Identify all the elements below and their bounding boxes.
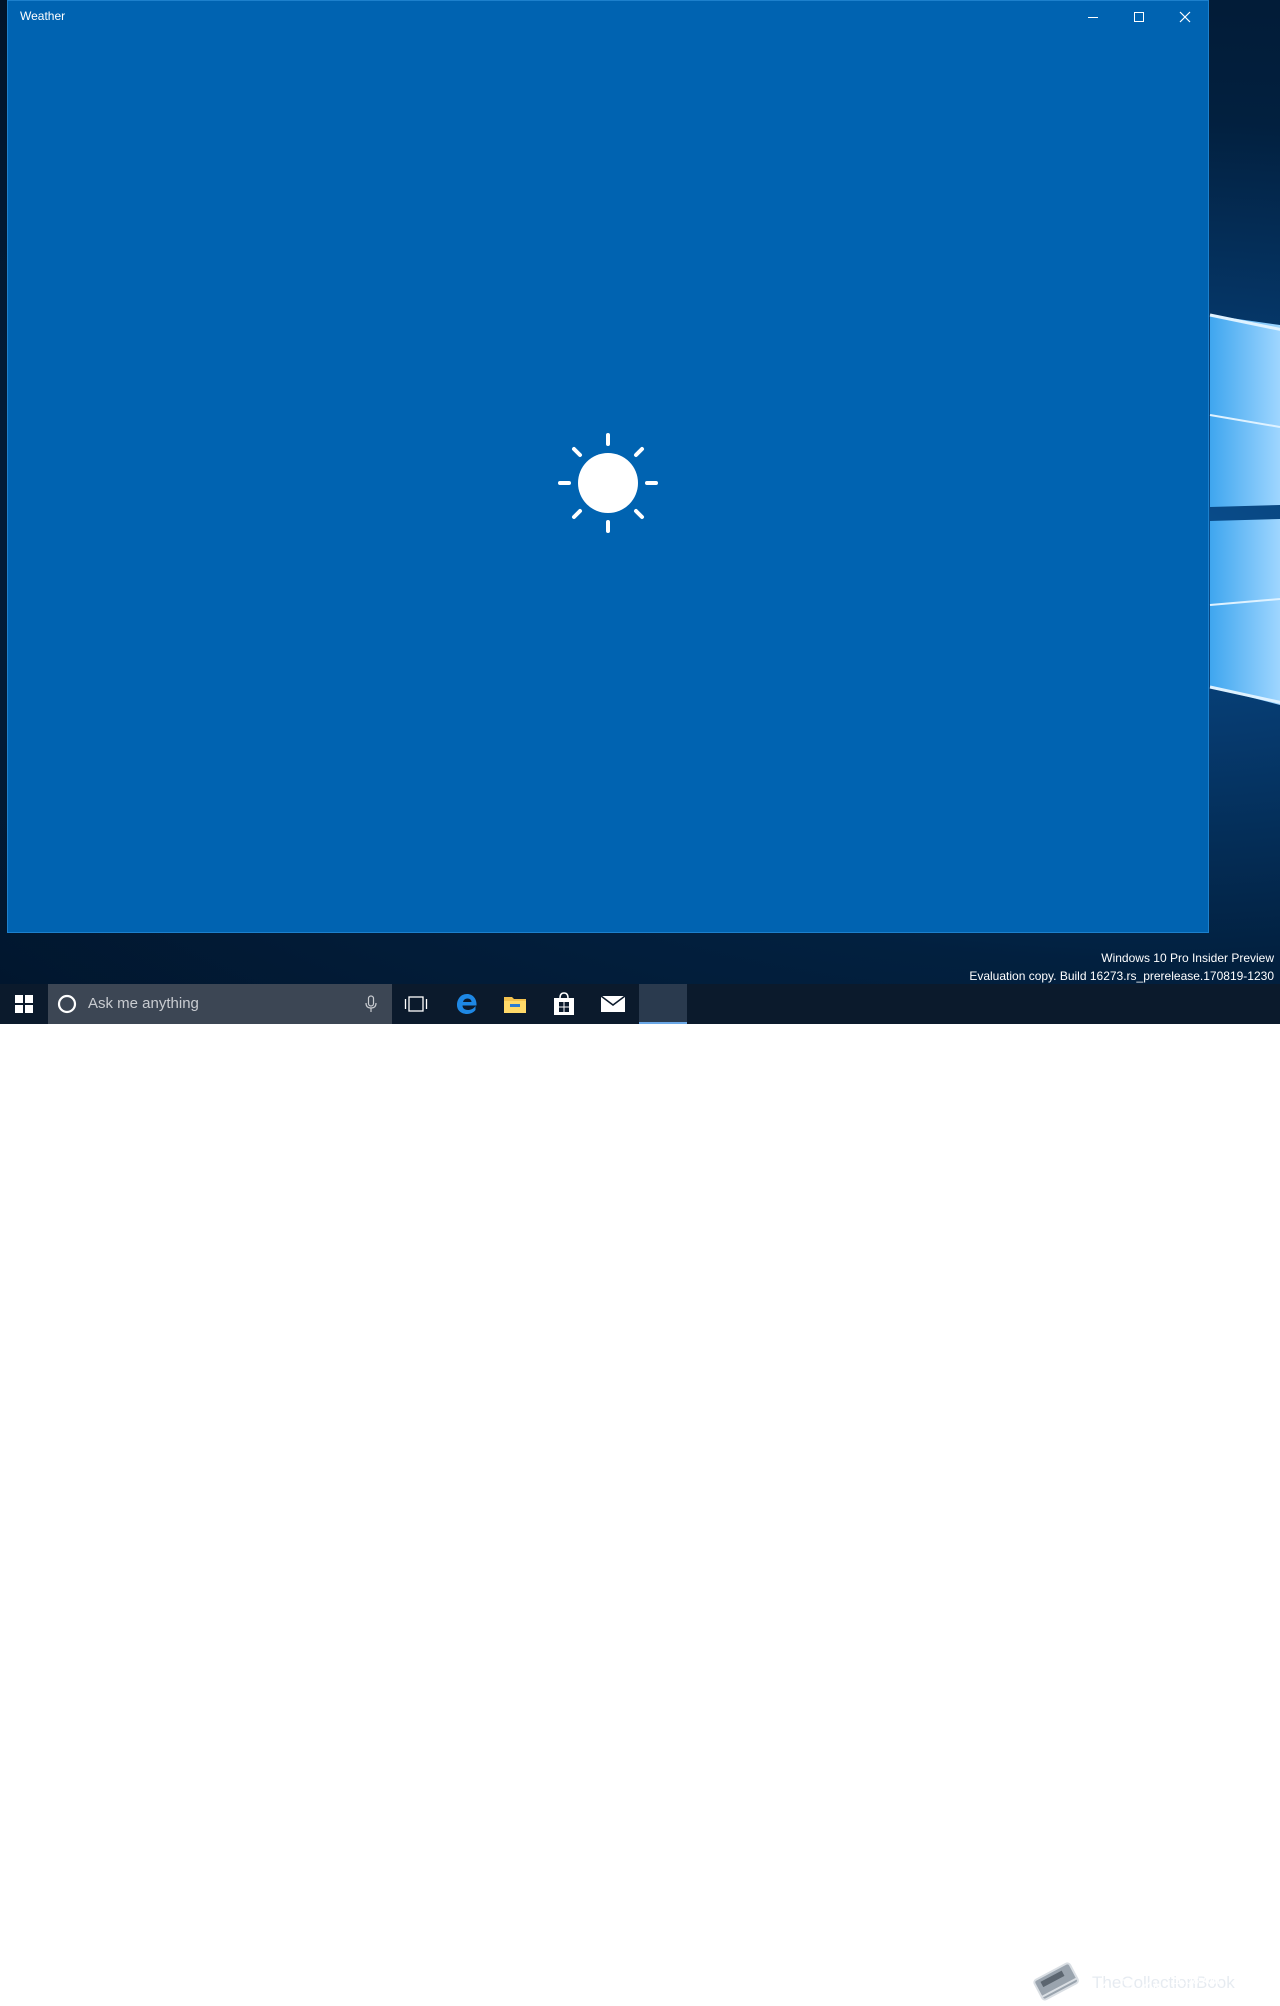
taskbar: Ask me anything TheCollectionBook 11:08 … bbox=[0, 984, 1280, 2003]
store-button[interactable] bbox=[540, 984, 588, 1024]
microphone-icon[interactable] bbox=[364, 995, 378, 1013]
title-bar[interactable]: Weather bbox=[8, 1, 1208, 33]
sun-icon bbox=[556, 431, 660, 535]
watermark-edition: Windows 10 Pro Insider Preview bbox=[1101, 951, 1274, 965]
maximize-icon bbox=[1134, 11, 1144, 22]
start-button[interactable] bbox=[0, 984, 48, 1024]
clock-date: 8/20/2017 bbox=[1168, 1989, 1222, 2003]
file-explorer-icon bbox=[504, 997, 526, 1013]
cortana-search-box[interactable]: Ask me anything bbox=[48, 984, 392, 1024]
chevron-up-icon[interactable] bbox=[1096, 1978, 1114, 1996]
network-icon[interactable] bbox=[1118, 1978, 1136, 1996]
task-view-button[interactable] bbox=[392, 984, 440, 1024]
weather-window: Weather bbox=[7, 0, 1209, 933]
file-explorer-button[interactable] bbox=[491, 984, 539, 1024]
minimize-icon bbox=[1088, 16, 1098, 18]
store-icon bbox=[554, 992, 574, 1015]
maximize-button[interactable] bbox=[1116, 1, 1162, 32]
system-clock[interactable]: 11:08 AM 8/20/2017 bbox=[1158, 1972, 1232, 2004]
mail-icon bbox=[600, 995, 626, 1012]
close-button[interactable] bbox=[1162, 1, 1208, 32]
clock-time: 11:08 AM bbox=[1170, 1973, 1220, 1987]
minimize-button[interactable] bbox=[1070, 1, 1116, 32]
window-title: Weather bbox=[20, 9, 66, 23]
edge-taskbar-button[interactable] bbox=[443, 984, 491, 1024]
watermark-build: Evaluation copy. Build 16273.rs_prerelea… bbox=[969, 969, 1274, 983]
close-icon bbox=[1179, 11, 1191, 22]
mail-button[interactable] bbox=[589, 984, 637, 1024]
windows-logo-wallpaper bbox=[1205, 285, 1280, 745]
book-logo-icon bbox=[1033, 1962, 1079, 2001]
search-placeholder: Ask me anything bbox=[88, 995, 199, 1012]
start-icon bbox=[15, 995, 33, 1013]
task-view-icon bbox=[404, 996, 428, 1012]
weather-taskbar-button[interactable] bbox=[639, 984, 687, 1024]
edge-icon bbox=[457, 994, 477, 1014]
os-watermark: Windows 10 Pro Insider Preview Evaluatio… bbox=[969, 949, 1274, 984]
cortana-icon bbox=[57, 994, 77, 1014]
action-center-icon[interactable] bbox=[1238, 1979, 1256, 1997]
